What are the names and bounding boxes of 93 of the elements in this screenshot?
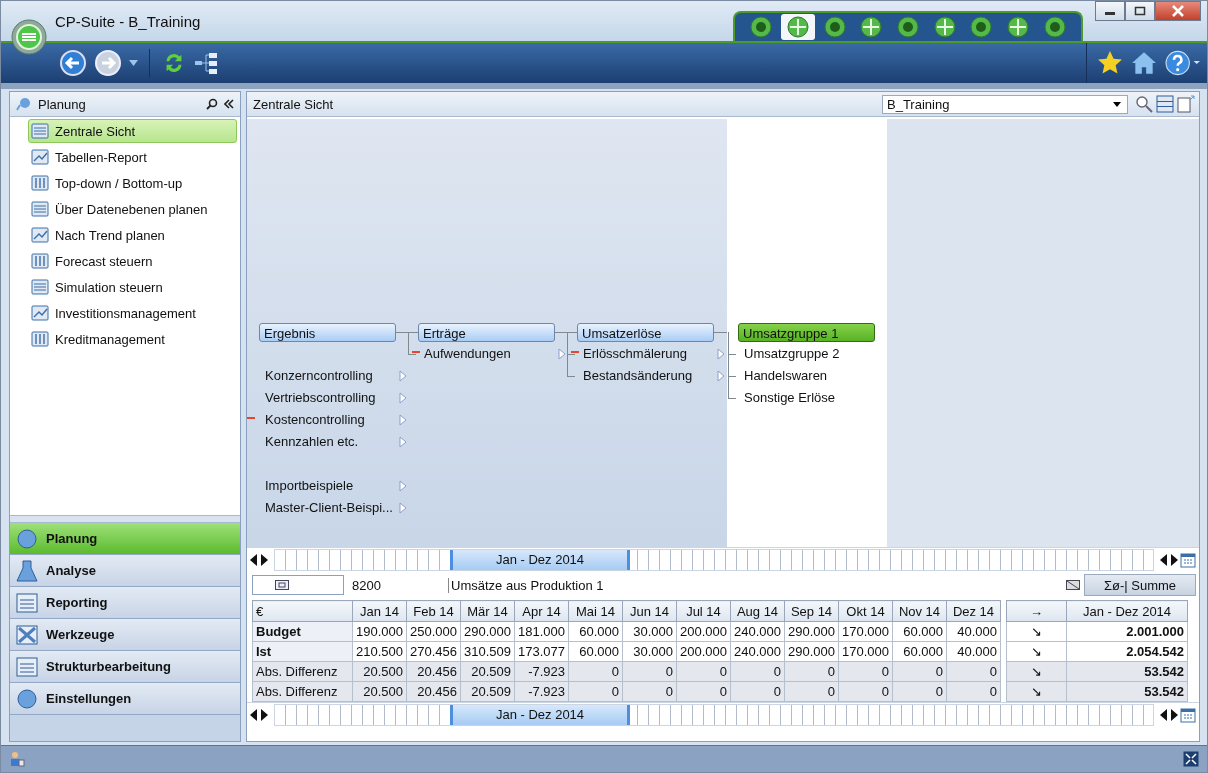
column-header: Mär 14 — [460, 600, 515, 622]
navigation-item[interactable]: Investitionsmanagement — [28, 301, 237, 325]
layers-icon — [31, 201, 49, 217]
close-button[interactable] — [1155, 1, 1201, 21]
column-header: Mai 14 — [568, 600, 623, 622]
account-name: Umsätze aus Produktion 1 — [448, 577, 604, 593]
tree-item[interactable]: Master-Client-Beispi... — [247, 499, 397, 517]
scroll-right-icon[interactable] — [1170, 709, 1178, 721]
dataset-dropdown[interactable]: B_Training — [882, 94, 1128, 114]
section-tab[interactable]: Strukturbearbeitung — [10, 651, 240, 683]
close-icon — [1171, 5, 1185, 17]
hierarchy-icon[interactable] — [194, 51, 218, 75]
timeline-track[interactable]: Jan - Dez 2014 — [274, 704, 1154, 726]
column-header: Jan 14 — [352, 600, 407, 622]
tree-item[interactable]: Konzerncontrolling — [247, 367, 397, 385]
column-header: Feb 14 — [406, 600, 461, 622]
maximize-icon — [1134, 6, 1146, 16]
view-title: Zentrale Sicht — [253, 96, 334, 112]
tree-node[interactable]: Ergebnis — [259, 322, 396, 342]
tree-item[interactable]: Kennzahlen etc. — [247, 433, 397, 451]
document-icon — [14, 590, 40, 615]
help-icon[interactable] — [1165, 50, 1201, 76]
row-header: Abs. Differenz — [252, 661, 353, 682]
tree-item[interactable]: Umsatzgruppe 2 — [732, 345, 886, 363]
layout-rows-icon[interactable] — [1156, 95, 1174, 113]
section-tab[interactable]: Werkzeuge — [10, 619, 240, 651]
forward-icon[interactable] — [94, 49, 122, 77]
collapse-icon[interactable] — [224, 99, 234, 109]
section-tab[interactable]: Einstellungen — [10, 683, 240, 715]
column-header: Nov 14 — [892, 600, 947, 622]
column-header: Jan - Dez 2014 — [1066, 600, 1188, 622]
sum-button[interactable]: Σø-| Summe — [1084, 574, 1196, 596]
tree-item[interactable]: Handelswaren — [732, 367, 886, 385]
column-header: Jun 14 — [622, 600, 677, 622]
navigation-item[interactable]: Kreditmanagement — [28, 327, 237, 351]
fullscreen-icon[interactable] — [1183, 751, 1199, 767]
navigation-item[interactable]: Tabellen-Report — [28, 145, 237, 169]
navigation-item[interactable]: Nach Trend planen — [28, 223, 237, 247]
section-tab[interactable]: Reporting — [10, 587, 240, 619]
section-tab[interactable]: Planung — [10, 523, 240, 555]
caret-icon — [1113, 101, 1121, 107]
dropdown-caret-icon[interactable] — [129, 60, 138, 66]
scroll-right-icon[interactable] — [260, 709, 268, 721]
display-mode-icon[interactable] — [1066, 580, 1080, 590]
navigation-item[interactable]: Top-down / Bottom-up — [28, 171, 237, 195]
column-header: Sep 14 — [784, 600, 839, 622]
window-title: CP-Suite - B_Training — [55, 13, 201, 30]
search-icon[interactable] — [206, 98, 218, 110]
row-header: Abs. Differenz — [252, 681, 353, 702]
row-header: Budget — [252, 621, 353, 642]
tree-item[interactable]: Sonstige Erlöse — [732, 389, 886, 407]
panel-title: Planung — [38, 96, 86, 112]
panel-toggle-icon[interactable] — [1177, 95, 1195, 113]
calendar-icon[interactable] — [1180, 552, 1196, 568]
column-header: € — [252, 600, 353, 622]
column-header: Dez 14 — [946, 600, 1001, 622]
timeline-track[interactable]: Jan - Dez 2014 — [274, 549, 1154, 571]
navigation-item[interactable]: Forecast steuern — [28, 249, 237, 273]
section-tab[interactable]: Analyse — [10, 555, 240, 587]
row-header: Ist — [252, 641, 353, 662]
scroll-right-icon[interactable] — [1170, 554, 1178, 566]
scroll-right-icon[interactable] — [260, 554, 268, 566]
tree-node[interactable]: Erträge — [418, 322, 555, 342]
maximize-button[interactable] — [1125, 1, 1155, 21]
window-icon — [275, 580, 289, 590]
navigation-item[interactable]: Simulation steuern — [28, 275, 237, 299]
tree-item[interactable]: Bestandsänderung — [571, 367, 715, 385]
column-header: Apr 14 — [514, 600, 569, 622]
column-header: Okt 14 — [838, 600, 893, 622]
favorites-star-icon[interactable] — [1097, 50, 1123, 76]
period-range-handle[interactable]: Jan - Dez 2014 — [450, 550, 630, 570]
scroll-left-icon[interactable] — [250, 709, 258, 721]
tree-node[interactable]: Umsatzgruppe 1 — [738, 322, 875, 342]
flask-icon — [14, 558, 40, 583]
back-icon[interactable] — [59, 49, 87, 77]
period-range-handle[interactable]: Jan - Dez 2014 — [450, 705, 630, 725]
calendar-icon[interactable] — [1180, 707, 1196, 723]
scroll-left-icon[interactable] — [1160, 709, 1168, 721]
column-header: Aug 14 — [730, 600, 785, 622]
column-header: Jul 14 — [676, 600, 731, 622]
navigation-item[interactable]: Zentrale Sicht — [28, 119, 237, 143]
tree-item[interactable]: Importbeispiele — [247, 477, 397, 495]
tools-icon — [14, 622, 40, 647]
scroll-left-icon[interactable] — [1160, 554, 1168, 566]
tree-item[interactable]: Vertriebscontrolling — [247, 389, 397, 407]
column-header: → — [1006, 600, 1067, 622]
account-selector-field[interactable] — [252, 575, 344, 595]
account-number: 8200 — [352, 577, 382, 593]
scroll-left-icon[interactable] — [250, 554, 258, 566]
navigation-item[interactable]: Über Datenebenen planen — [28, 197, 237, 221]
home-icon[interactable] — [1131, 50, 1157, 76]
tree-node[interactable]: Umsatzerlöse — [577, 322, 714, 342]
minimize-button[interactable] — [1095, 1, 1125, 21]
